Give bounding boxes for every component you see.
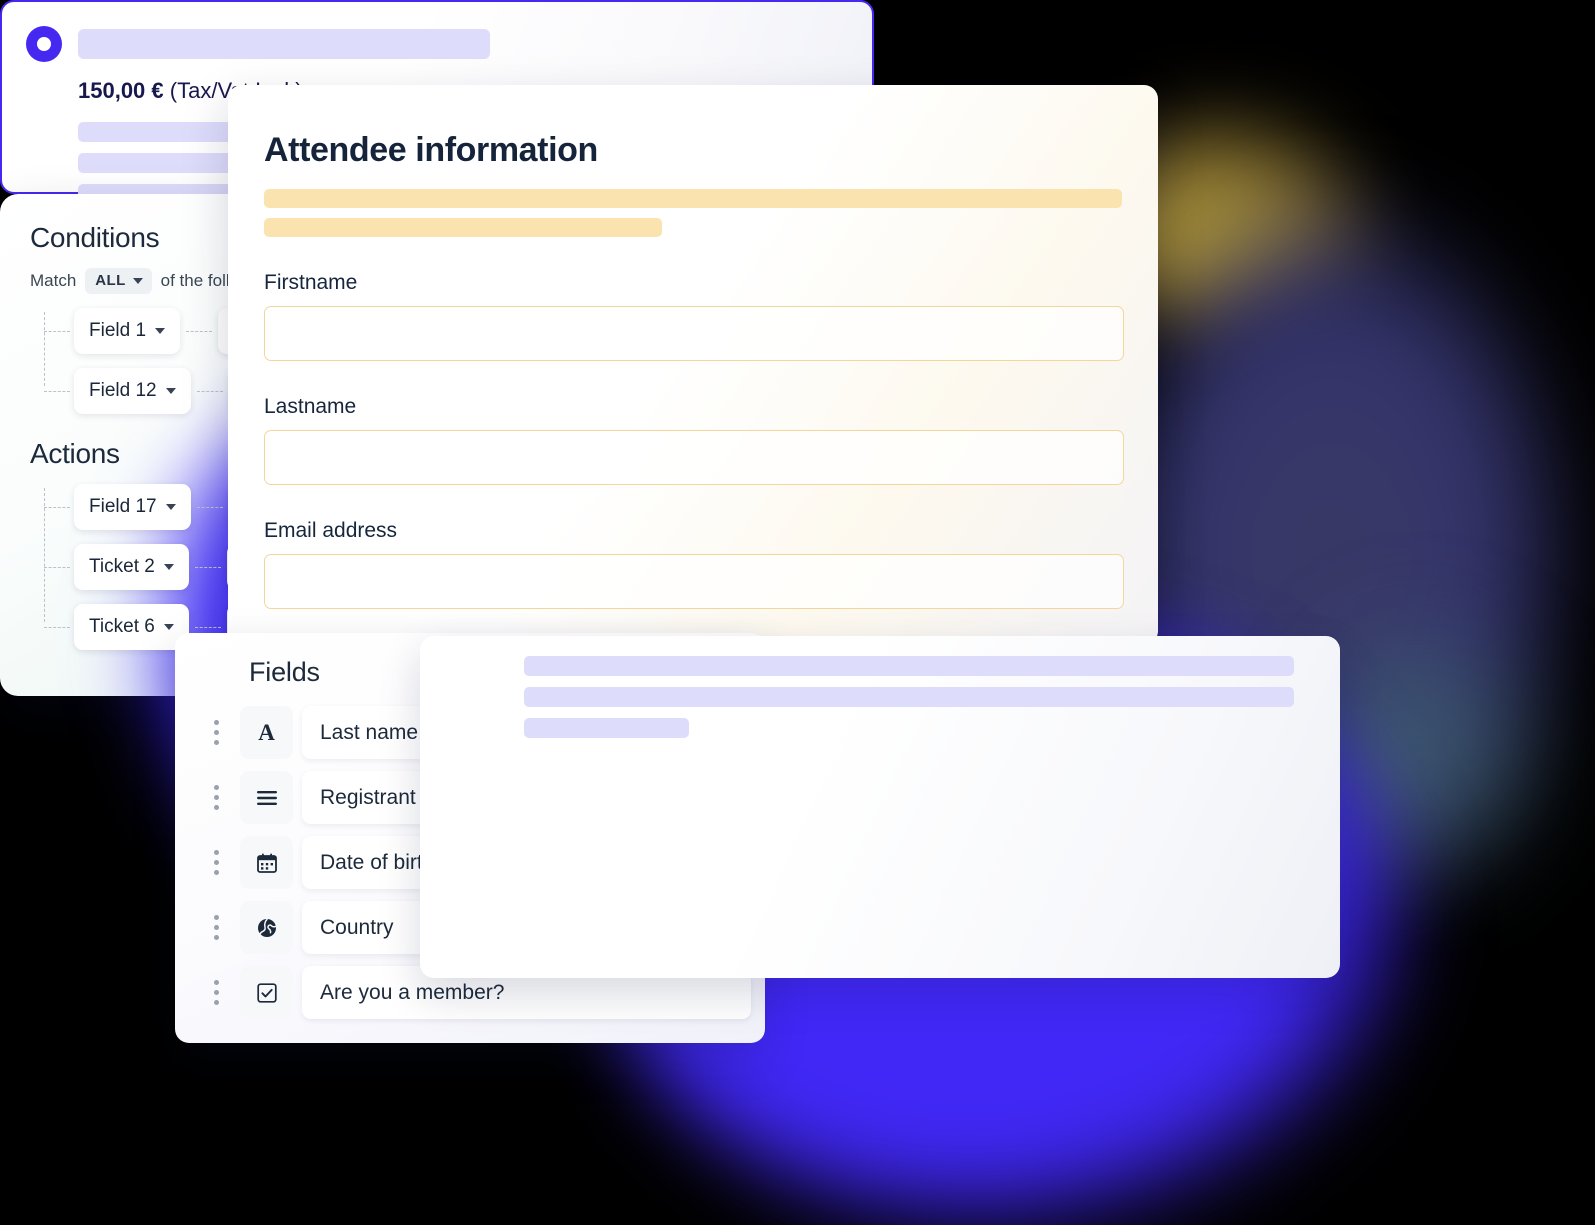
action-target-dropdown[interactable]: Ticket 6 [74, 604, 189, 650]
action-target-dropdown[interactable]: Ticket 2 [74, 544, 189, 590]
email-address-input[interactable] [264, 554, 1124, 609]
chevron-down-icon [165, 504, 176, 510]
ticket-price: 150,00 € [78, 78, 164, 103]
chevron-down-icon [132, 277, 143, 284]
condition-field-value: Field 12 [89, 380, 157, 401]
condition-field-value: Field 1 [89, 320, 147, 341]
drag-handle-icon[interactable] [203, 720, 229, 745]
connector-line [194, 566, 221, 568]
drag-handle-icon[interactable] [203, 850, 229, 875]
connector-line [186, 330, 213, 332]
chevron-down-icon [155, 328, 166, 334]
action-target-dropdown[interactable]: Field 17 [74, 484, 191, 530]
drag-handle-icon[interactable] [203, 980, 229, 1005]
skeleton-ticket-title [78, 29, 490, 59]
skeleton-bar-yellow-2 [264, 218, 662, 237]
lastname-input[interactable] [264, 430, 1124, 485]
chevron-down-icon [163, 624, 174, 630]
calendar-icon [240, 836, 293, 889]
drag-handle-icon[interactable] [203, 915, 229, 940]
condition-field-dropdown[interactable]: Field 1 [74, 308, 181, 354]
form-preview-card [420, 636, 1340, 978]
list-icon [240, 771, 293, 824]
drag-handle-icon[interactable] [203, 785, 229, 810]
match-mode-value: ALL [95, 272, 126, 289]
skeleton-bar-lavender-3 [524, 718, 689, 738]
skeleton-bar-lavender-1 [524, 656, 1294, 676]
chevron-down-icon [165, 388, 176, 394]
match-prefix-label: Match [30, 271, 77, 290]
radio-selected-icon[interactable] [26, 26, 62, 62]
attendee-information-card: Attendee information Firstname Lastname … [228, 85, 1158, 645]
firstname-label: Firstname [264, 271, 358, 294]
background-blob-teal [1300, 590, 1580, 920]
condition-field-dropdown[interactable]: Field 12 [74, 368, 191, 414]
globe-icon [240, 901, 293, 954]
lastname-label: Lastname [264, 395, 357, 418]
firstname-input[interactable] [264, 306, 1124, 361]
skeleton-bar-lavender-2 [524, 687, 1294, 707]
form-group-email: Email address [264, 519, 1124, 609]
checkbox-icon [240, 966, 293, 1019]
action-target-value: Ticket 6 [89, 616, 155, 637]
form-group-lastname: Lastname [264, 395, 1124, 485]
action-target-value: Ticket 2 [89, 556, 155, 577]
form-group-firstname: Firstname [264, 271, 1124, 361]
connector-line [194, 626, 221, 628]
text-icon: A [240, 706, 293, 759]
ticket-header [26, 26, 846, 62]
action-target-value: Field 17 [89, 496, 157, 517]
match-mode-dropdown[interactable]: ALL [85, 268, 152, 294]
email-address-label: Email address [264, 519, 398, 542]
page-title: Attendee information [264, 131, 598, 169]
connector-line [196, 390, 223, 392]
skeleton-bar-yellow-1 [264, 189, 1122, 208]
canvas: Attendee information Firstname Lastname … [0, 0, 1595, 1225]
connector-line [196, 506, 223, 508]
chevron-down-icon [163, 564, 174, 570]
